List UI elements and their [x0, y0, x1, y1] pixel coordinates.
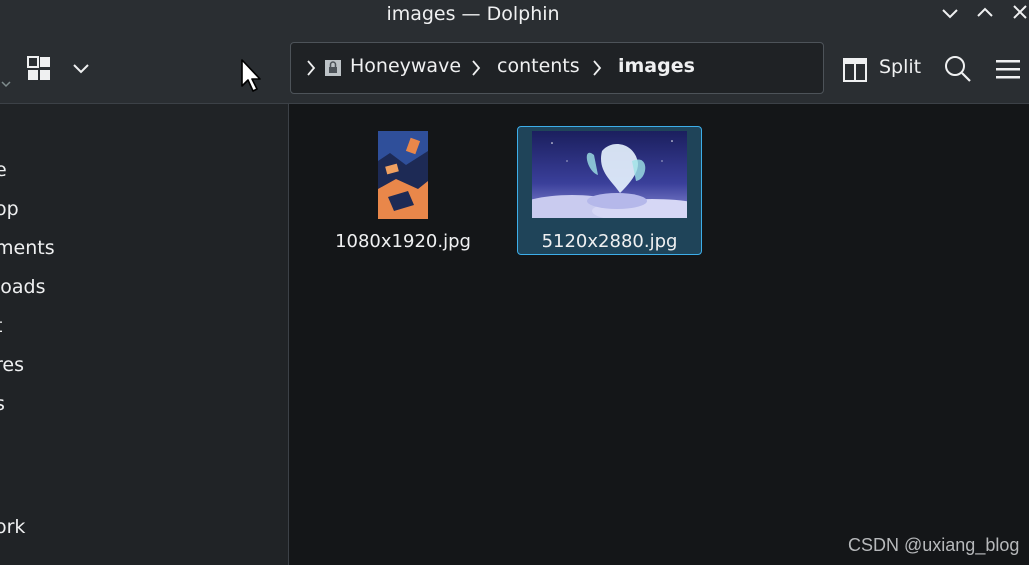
chevron-right-icon[interactable] — [305, 58, 317, 78]
watermark: CSDN @uxiang_blog — [848, 535, 1020, 555]
places-item-documents[interactable]: ments — [0, 237, 288, 259]
split-view-icon — [843, 58, 867, 82]
places-item-downloads[interactable]: loads — [0, 276, 288, 298]
search-icon[interactable] — [943, 54, 973, 84]
file-name: 1080x1920.jpg — [335, 231, 471, 252]
close-icon[interactable] — [1008, 2, 1029, 24]
view-mode-dropdown-icon[interactable] — [70, 61, 92, 77]
file-name: 5120x2880.jpg — [541, 231, 678, 252]
view-mode-icon[interactable] — [24, 55, 54, 83]
chevron-down-icon[interactable] — [1, 79, 11, 89]
split-button[interactable]: Split — [842, 54, 928, 86]
location-bar[interactable]: Honeywave contents images — [290, 42, 824, 94]
places-item-music[interactable]: t — [0, 315, 288, 337]
chevron-right-icon[interactable] — [470, 58, 482, 78]
file-item[interactable]: 1080x1920.jpg — [329, 126, 477, 254]
minimize-icon[interactable] — [938, 2, 962, 24]
lock-icon — [325, 60, 341, 76]
places-item-desktop[interactable]: op — [0, 198, 288, 220]
image-thumbnail — [378, 131, 428, 219]
image-thumbnail — [532, 131, 687, 218]
places-panel: e op ments loads t res s ork — [0, 104, 289, 565]
breadcrumb-current[interactable]: images — [618, 55, 695, 77]
toolbar: Honeywave contents images Split — [0, 28, 1029, 104]
mouse-cursor-icon — [241, 59, 261, 92]
places-item-pictures[interactable]: res — [0, 354, 288, 376]
title-bar: images — Dolphin — [0, 0, 1029, 28]
places-item-videos[interactable]: s — [0, 393, 288, 415]
file-item-selected[interactable]: 5120x2880.jpg — [517, 126, 702, 255]
maximize-icon[interactable] — [973, 2, 997, 24]
breadcrumb-item[interactable]: Honeywave — [350, 55, 461, 77]
window-title: images — Dolphin — [386, 3, 560, 25]
split-button-label: Split — [879, 56, 922, 78]
hamburger-menu-icon[interactable] — [994, 56, 1022, 82]
chevron-right-icon[interactable] — [591, 58, 603, 78]
places-item-home[interactable]: e — [0, 159, 288, 181]
file-view[interactable]: 1080x1920.jpg 5120x2880.jpg — [289, 104, 1029, 565]
places-item-network[interactable]: ork — [0, 516, 288, 538]
breadcrumb-item[interactable]: contents — [497, 55, 580, 77]
